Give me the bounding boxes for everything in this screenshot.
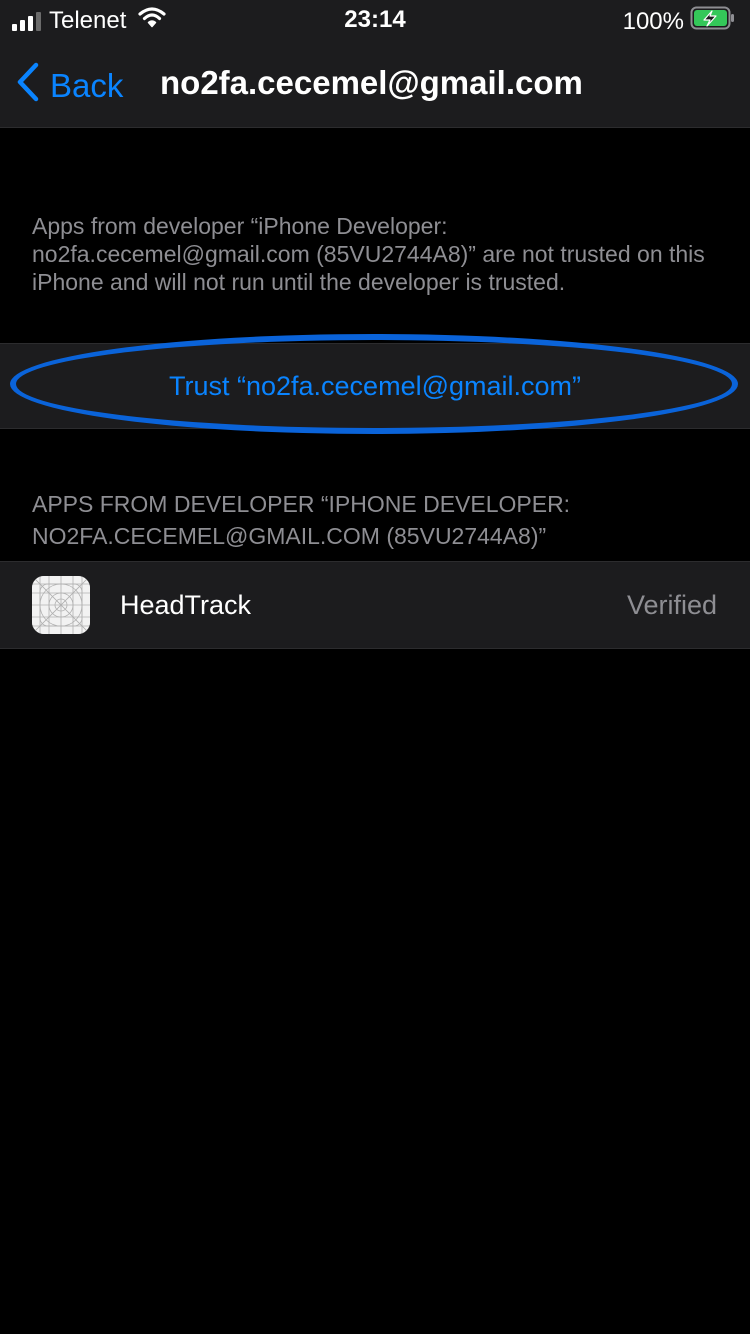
app-verified-status: Verified (626, 590, 717, 620)
battery-charging-icon (690, 6, 736, 37)
battery-percent: 100% (622, 7, 684, 35)
navigation-bar: Back no2fa.cecemel@gmail.com (0, 40, 750, 128)
carrier-label: Telenet (49, 6, 127, 34)
signal-icon (12, 11, 41, 31)
app-placeholder-icon (32, 576, 90, 634)
chevron-left-icon (16, 62, 40, 110)
back-label: Back (50, 67, 124, 104)
wifi-icon (138, 6, 166, 35)
status-bar: Telenet 23:14 100% (0, 0, 750, 40)
status-left: Telenet (12, 6, 166, 35)
trust-developer-button[interactable]: Trust “no2fa.cecemel@gmail.com” (0, 343, 750, 429)
apps-section-header: APPS FROM DEVELOPER “IPHONE DEVELOPER: N… (32, 491, 571, 549)
status-right: 100% (623, 6, 736, 37)
app-name: HeadTrack (120, 590, 252, 620)
back-button[interactable]: Back (16, 62, 123, 110)
page-title: no2fa.cecemel@gmail.com (160, 64, 583, 101)
trust-description: Apps from developer “iPhone Developer: n… (32, 213, 705, 295)
list-item[interactable]: HeadTrack Verified (0, 561, 750, 649)
trust-developer-label: Trust “no2fa.cecemel@gmail.com” (168, 370, 582, 401)
screen: Telenet 23:14 100% Back no2fa.cecemel@gm… (0, 0, 750, 1334)
